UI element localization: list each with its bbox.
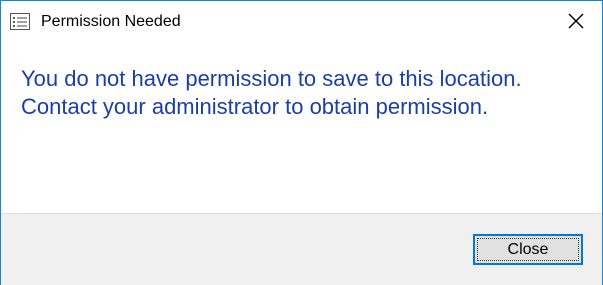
title-bar[interactable]: Permission Needed [1, 1, 602, 45]
permission-message: You do not have permission to save to th… [21, 66, 522, 119]
list-window-icon [10, 13, 30, 30]
close-icon [568, 13, 584, 34]
dialog-footer: Close [1, 213, 602, 285]
dialog-body: You do not have permission to save to th… [1, 45, 602, 213]
close-button-label: Close [507, 241, 549, 258]
title-close-button[interactable] [557, 7, 595, 39]
window-title: Permission Needed [41, 13, 181, 30]
permission-dialog: Permission Needed You do not have permis… [0, 0, 603, 285]
close-button[interactable]: Close [473, 234, 583, 265]
